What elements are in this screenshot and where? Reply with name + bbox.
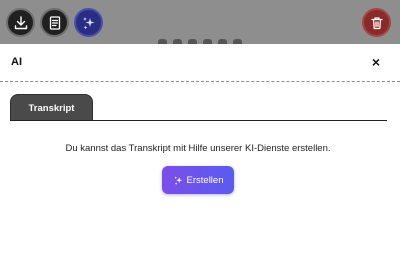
sparkles-icon	[82, 16, 94, 29]
document-icon	[49, 15, 60, 30]
download-icon	[14, 15, 27, 29]
close-button[interactable]: ×	[369, 54, 383, 70]
tab-divider	[10, 120, 387, 121]
trash-icon	[370, 16, 383, 29]
panel-header: AI ×	[0, 44, 400, 82]
tab-transkript[interactable]: Transkript	[10, 94, 93, 121]
close-icon: ×	[371, 54, 381, 70]
ai-button[interactable]	[74, 8, 103, 37]
background-toolbar	[0, 0, 400, 44]
download-button[interactable]	[6, 8, 35, 37]
create-button[interactable]: Erstellen	[162, 166, 234, 194]
create-button-label: Erstellen	[186, 174, 224, 186]
sparkles-icon	[173, 175, 182, 185]
document-button[interactable]	[40, 8, 69, 37]
ai-panel: AI × Transkript Du kannst das Transkript…	[0, 44, 400, 267]
info-message: Du kannst das Transkript mit Hilfe unser…	[65, 143, 331, 154]
screen: AI × Transkript Du kannst das Transkript…	[0, 0, 400, 267]
panel-title: AI	[11, 56, 22, 68]
delete-button[interactable]	[362, 8, 391, 37]
